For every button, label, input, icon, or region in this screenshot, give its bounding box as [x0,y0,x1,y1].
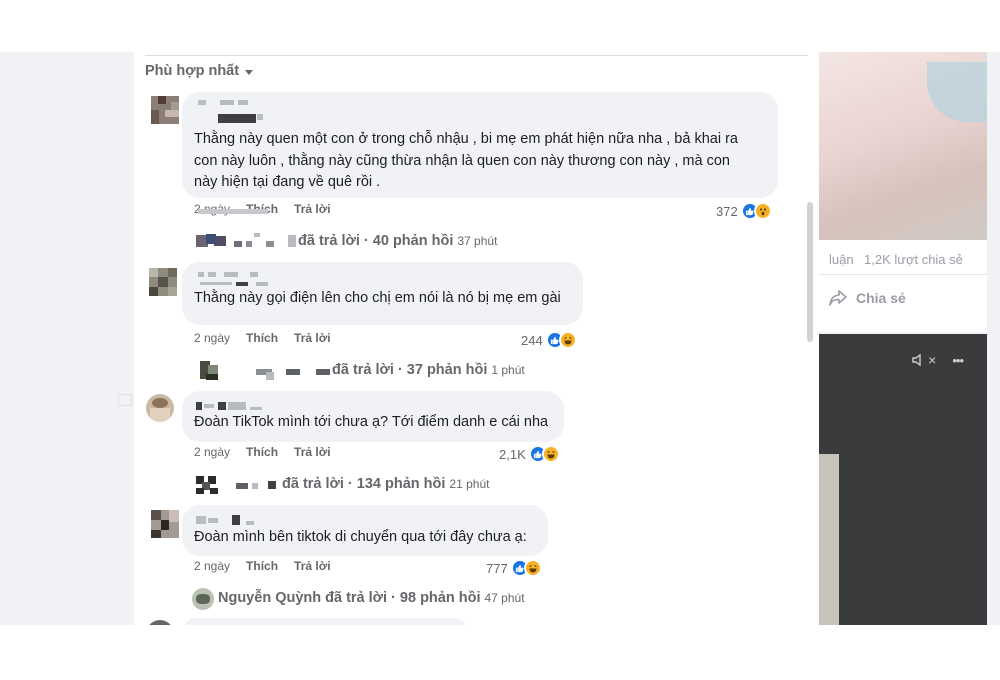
background-post-divider [819,274,987,275]
reaction-summary[interactable]: 2,1K [499,445,560,463]
comment-actions: 2 ngày Thích Trả lời [194,202,331,218]
view-replies[interactable]: đã trả lời · 37 phản hồi 1 phút [200,360,525,380]
replied-label: đã trả lời [282,476,344,492]
blurred-author-name[interactable] [194,100,284,123]
mute-icon[interactable]: × [911,352,936,368]
like-button[interactable]: Thích [246,559,278,575]
reply-button[interactable]: Trả lời [294,331,331,347]
comment-bubble: Thằng này gọi điện lên cho chị em nói là… [182,262,583,325]
like-button[interactable]: Thích [246,331,278,347]
comments-count-fragment: luận [829,252,854,267]
replier-avatars [196,474,282,494]
dot-separator: · [343,476,357,492]
reaction-summary[interactable]: 777 [486,559,542,577]
reply-count: 134 phản hồi [356,476,446,492]
comment-text: Đoàn mình bên tiktok di chuyển qua tới đ… [194,529,527,545]
comment-actions: 2 ngày Thích Trả lời [194,331,331,347]
comment-bubble: Đoàn TikTok mình tới chưa ạ? Tới điểm da… [182,391,564,442]
comment-time[interactable]: 2 ngày [194,331,230,347]
sort-label: Phù hợp nhất [145,63,240,79]
avatar[interactable] [149,268,177,296]
panel-divider [145,55,808,56]
share-button-label: Chia sẻ [856,290,906,306]
haha-reaction-icon [558,331,577,349]
reply-count: 98 phản hồi [399,590,481,606]
reaction-summary[interactable]: 244 [521,331,577,349]
replied-label: đã trả lời [298,233,360,249]
replier-name: Nguyễn Quỳnh [218,590,322,606]
caret-down-icon [245,69,254,75]
reply-time: 21 phút [449,477,490,491]
comment-bubble: Thằng này quen một con ở trong chỗ nhậu … [182,92,778,198]
reply-button[interactable]: Trả lời [294,202,331,218]
avatar[interactable] [146,394,174,422]
like-button[interactable]: Thích [246,445,278,461]
share-icon [829,290,847,306]
view-replies[interactable]: đã trả lời · 40 phản hồi 37 phút [196,231,497,251]
view-replies[interactable]: Nguyễn Quỳnh đã trả lời · 98 phản hồi 47… [192,588,525,610]
scrollbar[interactable] [807,202,813,342]
replier-avatars [200,360,332,380]
wow-reaction-icon [753,202,772,220]
reaction-count: 372 [716,203,738,219]
comment-text: Thằng này gọi điện lên cho chị em nói là… [194,290,561,306]
comment-text: Đoàn TikTok mình tới chưa ạ? Tới điểm da… [194,414,549,430]
blurred-author-name[interactable] [194,399,274,413]
shares-count[interactable]: 1,2K lượt chia sẻ [864,252,963,267]
comment-bubble: Đoàn mình bên tiktok di chuyển qua tới đ… [182,505,548,556]
sort-dropdown[interactable]: Phù hợp nhất [145,61,254,81]
more-options-icon[interactable]: ••• [952,353,964,368]
view-replies[interactable]: đã trả lời · 134 phản hồi 21 phút [196,474,489,494]
reply-button[interactable]: Trả lời [294,445,331,461]
reaction-count: 244 [521,332,543,348]
comments-panel: Phù hợp nhất Thằng này quen một con ở tr… [134,52,819,625]
comment-time[interactable]: 2 ngày [194,445,230,461]
comment-bubble [182,618,468,625]
avatar[interactable] [151,96,179,124]
avatar[interactable] [151,510,179,538]
reaction-summary[interactable]: 372 [716,202,772,220]
share-button[interactable]: Chia sẻ [828,286,906,310]
reaction-count: 2,1K [499,446,526,462]
background-post-photo [819,52,987,240]
feed-viewport: luận 1,2K lượt chia sẻ Chia sẻ × ••• Phù… [0,52,1000,625]
dot-separator: · [393,362,407,378]
comment-actions: 2 ngày Thích Trả lời [194,559,331,575]
reply-time: 37 phút [457,234,498,248]
dot-separator: · [359,233,373,249]
background-video[interactable]: × ••• [819,334,987,625]
replier-avatars [196,231,298,251]
reaction-count: 777 [486,560,508,576]
comment-actions: 2 ngày Thích Trả lời [194,445,331,461]
replied-label: đã trả lời [332,362,394,378]
comment-time[interactable]: 2 ngày [194,559,230,575]
reply-time: 1 phút [491,363,525,377]
reply-count: 37 phản hồi [406,362,488,378]
background-fragment [118,394,132,406]
bottom-area [0,625,1000,680]
replied-label: đã trả lời [325,590,388,606]
haha-reaction-icon [541,445,560,463]
replier-avatars [192,588,218,610]
haha-reaction-icon [523,559,542,577]
comment-text: Thằng này quen một con ở trong chỗ nhậu … [194,131,738,190]
blurred-author-name[interactable] [194,513,274,527]
reply-count: 40 phản hồi [372,233,454,249]
background-post-stats: luận 1,2K lượt chia sẻ [819,248,987,272]
blurred-author-name[interactable] [194,270,284,286]
reply-time: 47 phút [484,591,525,605]
dot-separator: · [387,590,400,606]
reply-button[interactable]: Trả lời [294,559,331,575]
